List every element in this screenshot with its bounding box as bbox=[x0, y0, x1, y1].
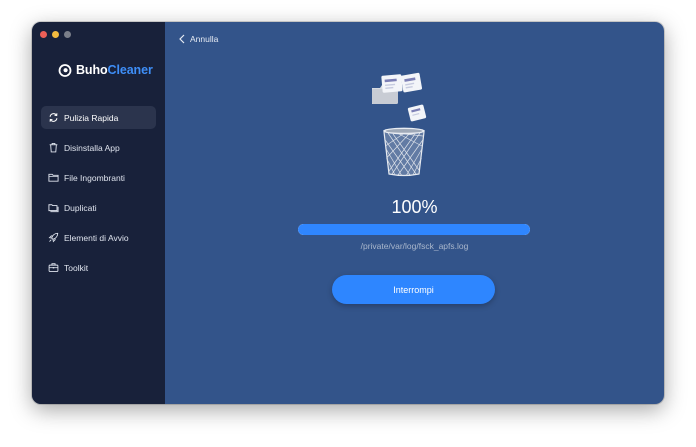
sidebar-item-duplicati[interactable]: Duplicati bbox=[41, 196, 156, 219]
sidebar: BuhoCleaner Pulizia Rapida Disinstalla A… bbox=[32, 22, 165, 404]
trash-basket-illustration bbox=[383, 127, 425, 177]
sidebar-item-label: Elementi di Avvio bbox=[64, 232, 129, 243]
duplicate-folder-icon bbox=[48, 204, 59, 213]
toolbox-icon bbox=[48, 263, 59, 272]
document-illustration bbox=[381, 74, 403, 93]
trash-icon bbox=[49, 143, 58, 153]
close-window-button[interactable] bbox=[40, 31, 47, 38]
document-illustration bbox=[400, 72, 423, 93]
app-name: BuhoCleaner bbox=[76, 63, 153, 77]
sidebar-item-label: Pulizia Rapida bbox=[64, 112, 119, 123]
sidebar-item-file-ingombranti[interactable]: File Ingombranti bbox=[41, 166, 156, 189]
sidebar-item-label: Toolkit bbox=[64, 262, 89, 273]
document-illustration bbox=[407, 104, 427, 122]
progress-percent: 100% bbox=[391, 197, 438, 217]
chevron-left-icon bbox=[179, 34, 185, 44]
rocket-icon bbox=[48, 232, 59, 243]
buho-owl-logo-icon bbox=[58, 64, 72, 77]
sidebar-item-toolkit[interactable]: Toolkit bbox=[41, 256, 156, 279]
files-to-trash-icon bbox=[372, 72, 427, 177]
sidebar-item-label: Duplicati bbox=[64, 202, 97, 213]
zoom-window-button[interactable] bbox=[64, 31, 71, 38]
sidebar-item-disinstalla-app[interactable]: Disinstalla App bbox=[41, 136, 156, 159]
cancel-back-button[interactable]: Annulla bbox=[178, 32, 218, 46]
sidebar-item-label: Disinstalla App bbox=[64, 142, 120, 153]
current-file-path: /private/var/log/fsck_apfs.log bbox=[360, 241, 469, 251]
stop-button[interactable]: Interrompi bbox=[332, 275, 495, 304]
sidebar-menu: Pulizia Rapida Disinstalla App File Ingo… bbox=[32, 106, 165, 286]
folder-icon bbox=[48, 173, 59, 182]
app-brand: BuhoCleaner bbox=[58, 62, 153, 78]
sidebar-item-pulizia-rapida[interactable]: Pulizia Rapida bbox=[41, 106, 156, 129]
refresh-icon bbox=[49, 113, 58, 122]
app-window: BuhoCleaner Pulizia Rapida Disinstalla A… bbox=[32, 22, 664, 404]
sidebar-item-label: File Ingombranti bbox=[64, 172, 125, 183]
cancel-label: Annulla bbox=[190, 34, 219, 44]
sidebar-item-elementi-di-avvio[interactable]: Elementi di Avvio bbox=[41, 226, 156, 249]
progress-bar-fill bbox=[298, 224, 530, 235]
main-panel: Annulla 100% /private/var/log/fsck_apfs.… bbox=[165, 22, 664, 404]
progress-bar bbox=[298, 224, 530, 235]
minimize-window-button[interactable] bbox=[52, 31, 59, 38]
